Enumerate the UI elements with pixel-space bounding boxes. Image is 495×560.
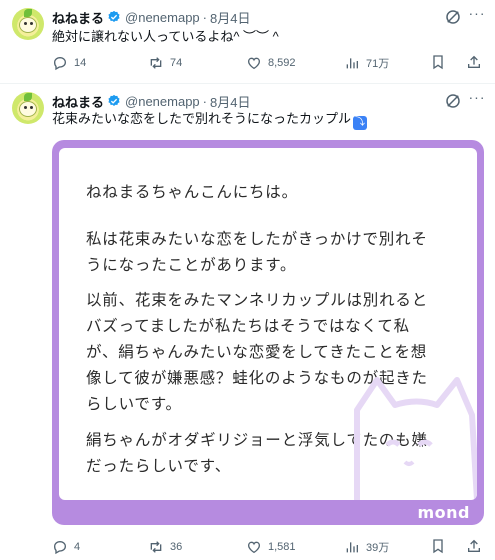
avatar[interactable] (12, 8, 44, 40)
verified-badge-icon (108, 10, 120, 22)
card-line: 以前、花束をみたマンネリカップルは別れると (86, 292, 428, 309)
like-count: 1,581 (268, 541, 296, 553)
repost-count: 36 (170, 541, 183, 553)
separator-dot: · (202, 9, 207, 25)
card-line: が、絹ちゃんみたいな恋愛をしてきたことを想 (86, 344, 428, 361)
views-button[interactable]: 39万 (344, 538, 389, 556)
image-content: ねねまるちゃんこんにちは。 私は花束みたいな恋をしたがきっかけで別れそ うになっ… (59, 148, 477, 500)
user-handle[interactable]: @nenemapp (125, 94, 200, 109)
more-icon[interactable]: ··· (468, 90, 486, 110)
repost-button[interactable]: 36 (148, 538, 182, 556)
reply-count: 14 (74, 57, 87, 69)
tweet-actions: 14 74 8,592 71万 (52, 54, 484, 72)
repost-icon (150, 541, 162, 553)
arrow-emoji-icon: ⤵ (353, 116, 368, 130)
display-name[interactable]: ねねまる (52, 8, 104, 27)
card-line: らしいです。 (86, 396, 182, 413)
tweet-1[interactable]: ねねまる @nenemapp · 8月4日 ··· 絶対に譲れない人っているよね… (0, 0, 495, 84)
reply-count: 4 (74, 541, 81, 553)
tweet-text-content: 花束みたいな恋をしたで別れそうになったカップル (52, 111, 352, 126)
reply-icon (53, 56, 67, 71)
views-count: 39万 (366, 542, 390, 554)
bookmark-icon[interactable] (430, 54, 446, 70)
card-line: バズってましたが私たちはそうではなくて私 (86, 318, 410, 335)
tweet-header: ねねまる @nenemapp · 8月4日 (52, 92, 250, 110)
tweet-date[interactable]: 8月4日 (210, 8, 250, 27)
repost-count: 74 (170, 57, 183, 69)
tweet-date[interactable]: 8月4日 (210, 92, 250, 111)
image-card[interactable]: ねねまるちゃんこんにちは。 私は花束みたいな恋をしたがきっかけで別れそ うになっ… (52, 140, 484, 525)
views-icon (346, 58, 358, 69)
tweet-2[interactable]: ねねまる @nenemapp · 8月4日 ··· 花束みたいな恋をしたで別れそ… (0, 84, 495, 560)
views-count: 71万 (366, 58, 390, 70)
verified-badge-icon (108, 94, 120, 106)
display-name[interactable]: ねねまる (52, 92, 104, 111)
views-button[interactable]: 71万 (344, 54, 389, 72)
grok-icon[interactable] (444, 92, 462, 110)
separator-dot: · (202, 93, 207, 109)
like-icon (247, 57, 261, 70)
share-icon[interactable] (466, 54, 482, 70)
tweet-text: 花束みたいな恋をしたで別れそうになったカップル ⤵ (52, 110, 368, 130)
repost-icon (150, 57, 162, 69)
reply-icon (53, 540, 67, 555)
share-icon[interactable] (466, 538, 482, 554)
card-line: だったらしいです、 (86, 458, 231, 475)
reply-button[interactable]: 4 (52, 538, 80, 556)
tweet-actions: 4 36 1,581 39万 (52, 538, 484, 556)
views-icon (346, 542, 358, 553)
like-button[interactable]: 1,581 (246, 538, 296, 556)
repost-button[interactable]: 74 (148, 54, 182, 72)
grok-icon[interactable] (444, 8, 462, 26)
avatar[interactable] (12, 92, 44, 124)
card-line: うになったことがあります。 (86, 257, 297, 274)
card-line: ねねまるちゃんこんにちは。 (86, 184, 298, 201)
like-count: 8,592 (268, 57, 296, 69)
like-button[interactable]: 8,592 (246, 54, 296, 72)
card-line: 私は花束みたいな恋をしたがきっかけで別れそ (86, 231, 428, 248)
cat-watermark-icon (354, 377, 477, 500)
tweet-header: ねねまる @nenemapp · 8月4日 (52, 8, 250, 26)
tweet-text: 絶対に譲れない人っているよね^ ︶︶ ^ (52, 29, 279, 44)
reply-button[interactable]: 14 (52, 54, 86, 72)
more-icon[interactable]: ··· (468, 6, 486, 26)
like-icon (247, 541, 261, 554)
card-watermark: mond (417, 503, 470, 522)
user-handle[interactable]: @nenemapp (125, 10, 200, 25)
bookmark-icon[interactable] (430, 538, 446, 554)
